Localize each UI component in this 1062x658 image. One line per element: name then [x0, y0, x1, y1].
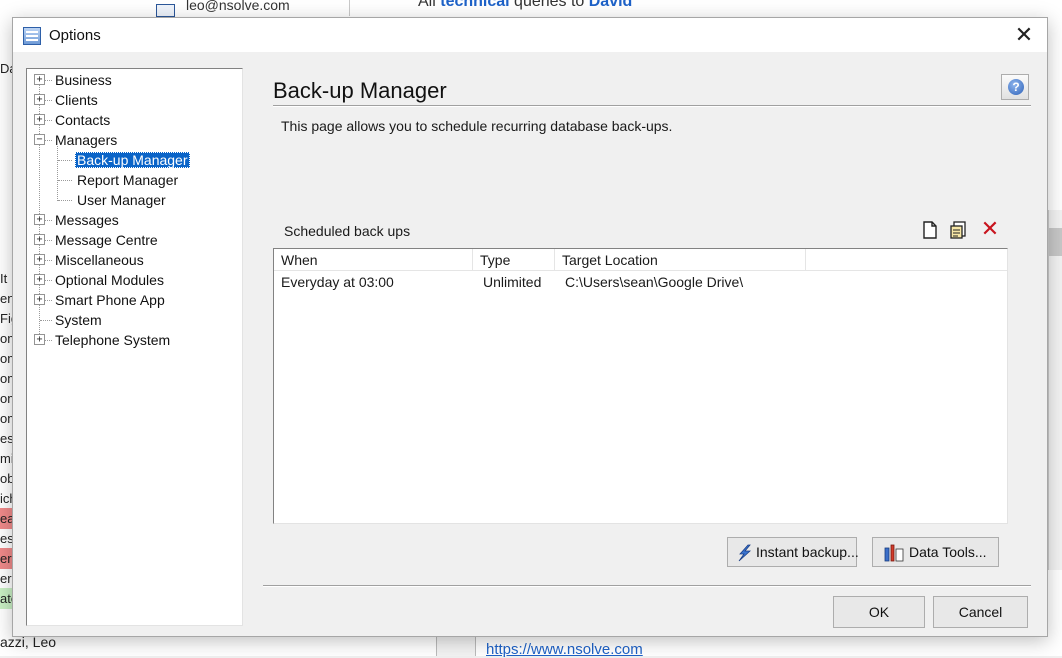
cell-when: Everyday at 03:00 — [281, 274, 394, 290]
background-scroll-thumb — [1049, 228, 1062, 256]
new-schedule-button[interactable] — [919, 219, 941, 241]
new-document-icon — [923, 221, 937, 239]
expand-icon[interactable]: + — [34, 234, 45, 245]
background-url-link[interactable]: https://www.nsolve.com — [486, 641, 643, 658]
email-icon — [156, 4, 175, 17]
tree-item-clients[interactable]: Clients — [53, 90, 100, 110]
expand-icon[interactable]: + — [34, 274, 45, 285]
tree-item-telephone-system[interactable]: Telephone System — [53, 330, 172, 350]
collapse-icon[interactable]: − — [34, 134, 45, 145]
column-header-type[interactable]: Type — [473, 249, 555, 271]
tree-item-label: Managers — [55, 132, 118, 148]
tree-item-miscellaneous[interactable]: Miscellaneous — [53, 250, 146, 270]
edit-schedule-button[interactable] — [948, 219, 970, 241]
tree-item-user-manager[interactable]: User Manager — [75, 190, 168, 210]
help-button[interactable]: ? — [1001, 74, 1029, 100]
footer-divider — [263, 585, 1031, 586]
tree-item-report-manager[interactable]: Report Manager — [75, 170, 180, 190]
options-window-icon — [23, 27, 41, 45]
tree-item-smart-phone-app[interactable]: Smart Phone App — [53, 290, 167, 310]
tree-item-label: Business — [55, 72, 112, 88]
options-dialog: Options ✕ Business + Clients + Contacts + Mana… — [12, 17, 1048, 637]
background-divider — [436, 637, 476, 656]
tree-item-label: User Manager — [77, 192, 166, 208]
expand-icon[interactable]: + — [34, 214, 45, 225]
column-header-when[interactable]: When — [274, 249, 473, 271]
tree-item-label: Smart Phone App — [55, 292, 165, 308]
page-title: Back-up Manager — [273, 78, 447, 103]
cell-target-location: C:\Users\sean\Google Drive\ — [565, 274, 744, 290]
notice-highlight-name: David — [588, 0, 633, 10]
tree-item-label: Back-up Manager — [75, 152, 190, 168]
tree-item-label: System — [55, 312, 102, 328]
options-tree[interactable]: Business + Clients + Contacts + Managers − Back-… — [26, 68, 243, 626]
dialog-titlebar[interactable]: Options ✕ — [13, 18, 1047, 52]
tree-item-managers[interactable]: Managers — [53, 130, 119, 150]
tree-item-label: Message Centre — [55, 232, 158, 248]
background-notice: All technical queries to David — [418, 0, 632, 11]
tree-item-contacts[interactable]: Contacts — [53, 110, 112, 130]
tree-child-guide-line — [57, 146, 58, 201]
instant-backup-button[interactable]: Instant backup... — [727, 537, 859, 567]
page-description: This page allows you to schedule recurri… — [281, 118, 673, 134]
help-icon: ? — [1008, 79, 1024, 95]
tree-item-label: Report Manager — [77, 172, 179, 188]
expand-icon[interactable]: + — [34, 334, 45, 345]
expand-icon[interactable]: + — [34, 114, 45, 125]
tree-item-message-centre[interactable]: Message Centre — [53, 230, 160, 250]
lightning-icon — [738, 544, 752, 562]
notice-highlight-technical: technical — [440, 0, 510, 10]
notice-text-start: All — [418, 0, 441, 10]
column-header-target-location[interactable]: Target Location — [555, 249, 806, 271]
tree-connector — [40, 320, 52, 321]
tree-item-messages[interactable]: Messages — [53, 210, 121, 230]
tree-item-label: Optional Modules — [55, 272, 164, 288]
background-email[interactable]: leo@nsolve.com — [186, 0, 290, 13]
expand-icon[interactable]: + — [34, 254, 45, 265]
tree-item-label: Telephone System — [55, 332, 171, 348]
delete-icon: ✕ — [980, 216, 1000, 241]
tree-connector — [58, 200, 72, 201]
dialog-title: Options — [49, 27, 101, 44]
tree-item-back-up-manager[interactable]: Back-up Manager — [75, 150, 190, 170]
edit-document-icon — [950, 221, 966, 239]
ok-button[interactable]: OK — [833, 596, 925, 628]
tools-icon — [884, 544, 904, 562]
title-divider — [273, 105, 1031, 106]
expand-icon[interactable]: + — [34, 294, 45, 305]
tree-item-label: Messages — [55, 212, 119, 228]
scheduled-backups-label: Scheduled back ups — [284, 223, 411, 239]
tree-item-business[interactable]: Business — [53, 70, 114, 90]
column-header-empty — [806, 249, 1008, 271]
tree-item-label: Contacts — [55, 112, 111, 128]
data-tools-button[interactable]: Data Tools... — [872, 537, 999, 567]
expand-icon[interactable]: + — [34, 94, 45, 105]
tree-connector — [58, 180, 72, 181]
cell-type: Unlimited — [483, 274, 542, 290]
list-header: When Type Target Location — [274, 249, 1007, 271]
expand-icon[interactable]: + — [34, 74, 45, 85]
tree-item-system[interactable]: System — [53, 310, 104, 330]
scheduled-backups-list[interactable]: When Type Target Location Everyday at 03… — [273, 248, 1008, 524]
instant-backup-label: Instant backup... — [756, 544, 859, 560]
cancel-button[interactable]: Cancel — [933, 596, 1028, 628]
tree-item-optional-modules[interactable]: Optional Modules — [53, 270, 166, 290]
background-contact-panel: leo@nsolve.com — [0, 0, 350, 17]
delete-schedule-button[interactable]: ✕ — [979, 216, 1001, 241]
notice-text-mid: queries to — [509, 0, 589, 10]
data-tools-label: Data Tools... — [909, 544, 987, 560]
background-scrollbar — [1048, 210, 1062, 570]
tree-item-label: Miscellaneous — [55, 252, 144, 268]
tree-item-label: Clients — [55, 92, 98, 108]
tree-connector — [58, 160, 72, 161]
close-button[interactable]: ✕ — [1001, 18, 1047, 52]
